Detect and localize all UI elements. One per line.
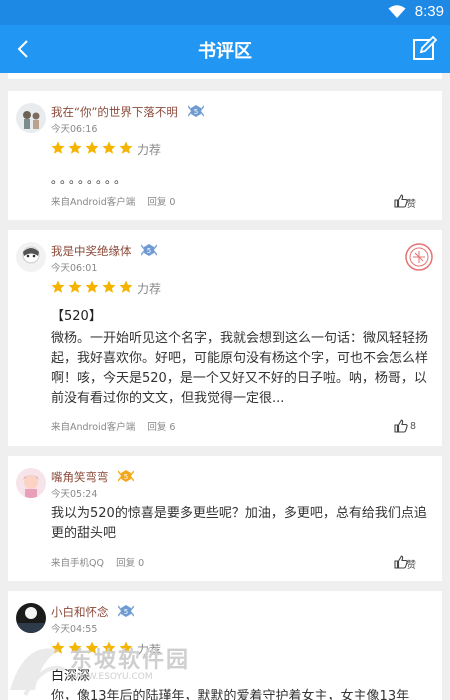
like-label[interactable]: 赞	[404, 196, 416, 210]
review-title: 【520】	[51, 309, 102, 324]
star-icon	[85, 141, 99, 154]
star-icon	[119, 141, 133, 154]
review-content[interactable]: 我以为520的惊喜是要多更些呢？加油，多更吧，总有给我们点追更的甜头吧	[51, 504, 436, 544]
review-source: 来自手机QQ 回复 0	[51, 558, 145, 569]
review-content[interactable]: 。。。。。。。。	[51, 169, 436, 189]
review-card[interactable]: 嘴角笑弯弯 5 今天05:24 我以为520的惊喜是要多更些呢？加油，多更吧，总…	[8, 456, 442, 581]
review-source: 来自Android客户端 回复 0	[51, 197, 176, 208]
review-card[interactable]: 我是中奖绝缘体 5 今天06:01 力荐 【520】 微杨。一开始听见这个名字，…	[8, 230, 442, 446]
username[interactable]: 我在“你”的世界下落不明	[51, 104, 178, 120]
avatar[interactable]	[16, 242, 46, 272]
review-source: 来自Android客户端 回复 6	[51, 422, 176, 433]
username[interactable]: 我是中奖绝缘体	[51, 243, 132, 259]
watermark-url: WWW.ESOYU.COM	[70, 672, 153, 682]
rating-text: 力荐	[137, 143, 162, 157]
top-strip	[8, 73, 442, 79]
review-time: 今天05:24	[51, 489, 98, 500]
status-time: 8:39	[414, 3, 444, 20]
wifi-icon	[388, 5, 406, 18]
stamp-icon	[405, 243, 433, 271]
avatar[interactable]	[16, 468, 46, 498]
like-label[interactable]: 赞	[404, 557, 416, 571]
status-bar: 8:39	[0, 0, 450, 25]
page-title: 书评区	[198, 41, 252, 62]
avatar[interactable]	[16, 103, 46, 133]
edit-icon[interactable]	[412, 36, 438, 62]
vip-badge-icon: 5	[118, 470, 134, 482]
vip-badge-icon: 5	[141, 244, 157, 256]
star-icon	[85, 280, 99, 293]
svg-text:5: 5	[194, 108, 198, 116]
avatar[interactable]	[16, 603, 46, 633]
review-time: 今天06:16	[51, 124, 98, 135]
reply-count[interactable]: 回复 0	[147, 197, 175, 208]
star-icon	[102, 280, 116, 293]
rating-text: 力荐	[137, 282, 162, 296]
vip-badge-icon: 5	[118, 605, 134, 617]
reply-count[interactable]: 回复 6	[147, 422, 175, 433]
reply-count[interactable]: 回复 0	[116, 558, 144, 569]
watermark-text: 东坡软件园	[70, 648, 191, 673]
star-icon	[68, 280, 82, 293]
review-time: 今天06:01	[51, 263, 98, 274]
app-bar: 书评区	[0, 25, 450, 73]
vip-badge-icon: 5	[188, 105, 204, 117]
star-icon	[68, 141, 82, 154]
svg-text:5: 5	[147, 247, 151, 255]
username[interactable]: 嘴角笑弯弯	[51, 469, 109, 485]
rating-stars	[51, 141, 133, 155]
like-count[interactable]: 8	[404, 421, 416, 432]
star-icon	[102, 141, 116, 154]
username[interactable]: 小白和怀念	[51, 604, 109, 620]
svg-text:5: 5	[124, 608, 128, 616]
svg-text:5: 5	[124, 473, 128, 481]
star-icon	[119, 280, 133, 293]
review-content[interactable]: 微杨。一开始听见这个名字，我就会想到这么一句话：微风轻轻扬起，我好喜欢你。好吧，…	[51, 329, 436, 409]
rating-stars	[51, 280, 133, 294]
star-icon	[51, 280, 65, 293]
star-icon	[51, 141, 65, 154]
review-card[interactable]: 我在“你”的世界下落不明 5 今天06:16 力荐 。。。。。。。。 来自And…	[8, 91, 442, 220]
